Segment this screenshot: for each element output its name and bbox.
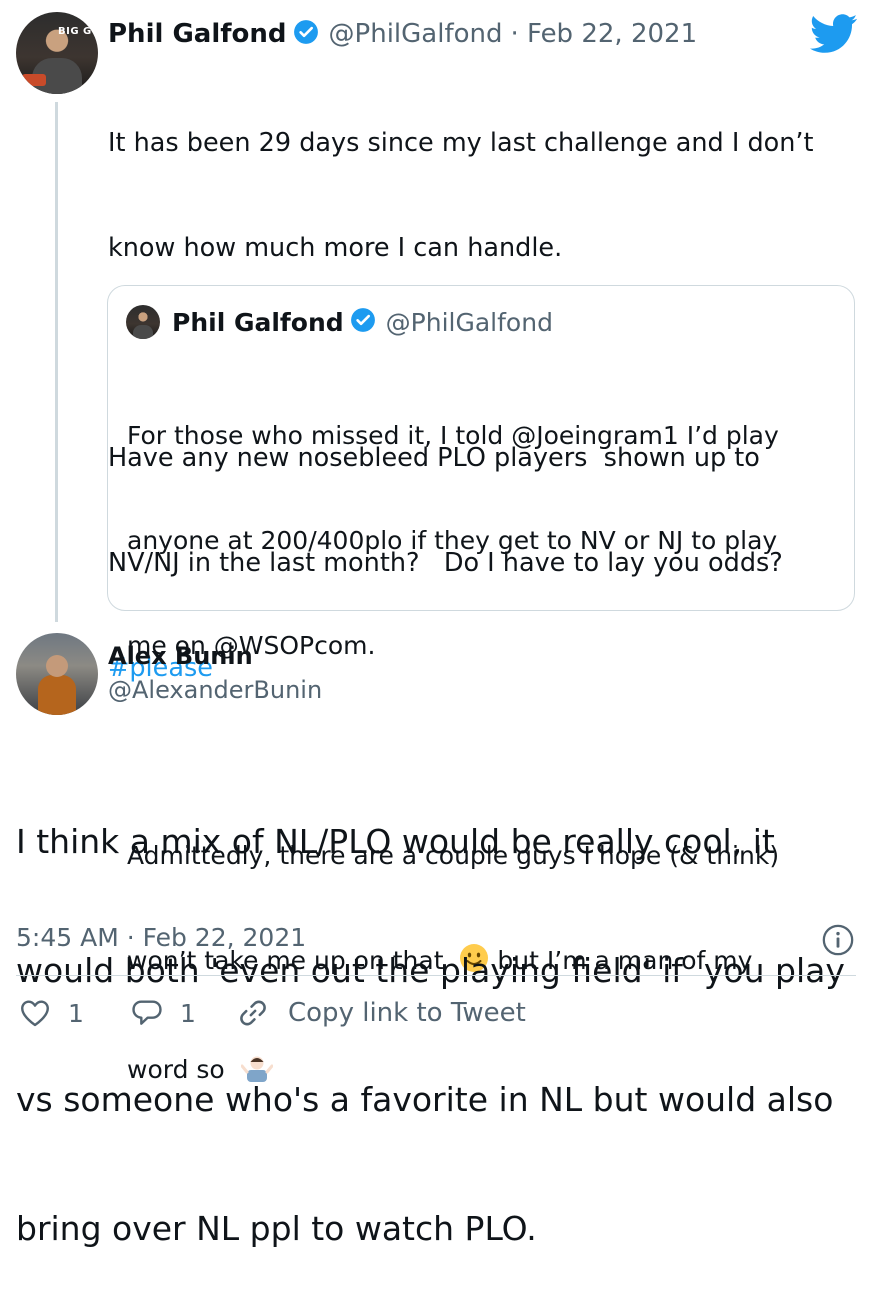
reply-avatar[interactable] <box>16 633 98 715</box>
parent-tweet-header: Phil Galfond @PhilGalfond · Feb 22, 2021 <box>108 16 697 52</box>
avatar-head <box>46 655 68 677</box>
quoted-avatar[interactable] <box>126 305 160 339</box>
text-line: know how much more I can handle. <box>108 233 563 263</box>
text-line: It has been 29 days since my last challe… <box>108 128 814 158</box>
quoted-author-name: Phil Galfond <box>172 307 344 337</box>
text-line: I think a mix of NL/PLO would be really … <box>16 822 775 861</box>
quoted-author-handle: @PhilGalfond <box>385 307 553 337</box>
like-count: 1 <box>68 998 84 1028</box>
info-icon[interactable] <box>821 923 855 957</box>
reply-icon <box>130 996 164 1030</box>
avatar-shirt <box>133 325 153 339</box>
copy-link-button[interactable]: Copy link to Tweet <box>236 994 526 1032</box>
tweet-date[interactable]: · Feb 22, 2021 <box>511 19 698 49</box>
reply-count: 1 <box>180 998 196 1028</box>
avatar-logo-text: BIG G <box>58 26 92 37</box>
text-line: vs someone who's a favorite in NL but wo… <box>16 1080 834 1119</box>
reply-author-handle[interactable]: @AlexanderBunin <box>108 676 322 704</box>
heart-icon <box>18 996 52 1030</box>
copy-link-label: Copy link to Tweet <box>288 998 526 1028</box>
avatar-coat <box>38 675 76 715</box>
avatar[interactable]: BIG G <box>16 12 98 94</box>
like-button[interactable]: 1 <box>18 994 84 1032</box>
reply-button[interactable]: 1 <box>130 994 196 1032</box>
divider <box>16 975 856 976</box>
thread-line <box>55 102 58 622</box>
text-line: would both 'even out the playing field' … <box>16 951 845 990</box>
text-line: bring over NL ppl to watch PLO. <box>16 1209 537 1248</box>
verified-badge-icon <box>350 307 376 337</box>
text-line: For those who missed it, I told @Joeingr… <box>127 421 779 450</box>
reply-author-name[interactable]: Alex Bunin <box>108 642 253 670</box>
quoted-tweet-header: Phil Galfond @PhilGalfond <box>172 304 553 340</box>
tweet-timestamp[interactable]: 5:45 AM · Feb 22, 2021 <box>16 923 306 952</box>
link-icon <box>236 996 270 1030</box>
verified-badge-icon <box>293 19 319 49</box>
author-handle[interactable]: @PhilGalfond <box>329 19 503 49</box>
avatar-chips <box>22 74 46 86</box>
author-name[interactable]: Phil Galfond <box>108 19 287 49</box>
text-line: anyone at 200/400plo if they get to NV o… <box>127 526 778 555</box>
twitter-bird-icon[interactable] <box>809 14 858 54</box>
